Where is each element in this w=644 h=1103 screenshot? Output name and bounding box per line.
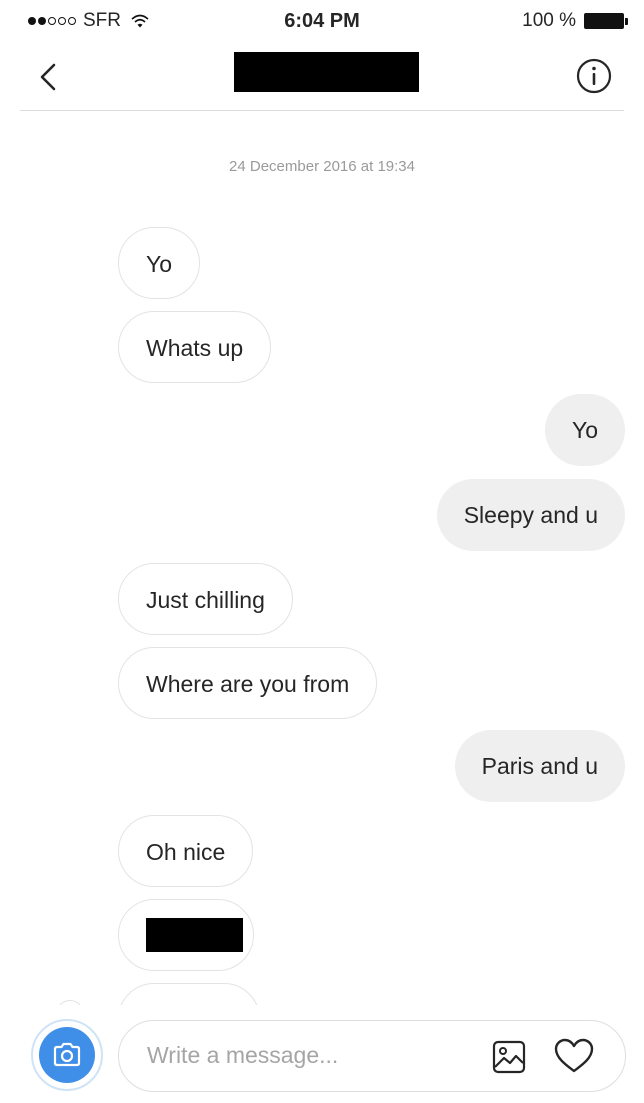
status-right: 100 % (522, 10, 628, 32)
message-bubble-received[interactable]: Yo (118, 227, 201, 299)
message-bubble-sent[interactable]: Sleepy and u (436, 479, 625, 551)
camera-icon (53, 1042, 81, 1067)
status-bar: SFR 6:04 PM 100 % (0, 0, 644, 46)
message-bubble-partial[interactable] (118, 983, 260, 1005)
message-bubble-received[interactable]: Where are you from (118, 647, 378, 719)
gallery-button[interactable] (491, 1039, 527, 1075)
like-button[interactable] (553, 1037, 595, 1075)
conversation-timestamp: 24 December 2016 at 19:34 (229, 158, 415, 175)
chevron-left-icon (40, 63, 56, 91)
conversation-title-redacted[interactable] (234, 52, 419, 92)
info-circle-icon (576, 58, 612, 94)
message-bubble-received[interactable]: Oh nice (118, 815, 254, 887)
message-bubble-redacted[interactable] (118, 899, 254, 971)
image-icon (492, 1040, 526, 1074)
message-field[interactable] (118, 1020, 626, 1092)
message-composer (0, 1005, 644, 1103)
message-thread[interactable]: Yo Whats up Yo Sleepy and u Just chillin… (0, 200, 644, 1005)
battery-percentage: 100 % (522, 10, 576, 31)
redacted-content (146, 917, 243, 952)
info-button[interactable] (574, 56, 614, 96)
camera-button[interactable] (31, 1019, 103, 1091)
message-bubble-sent[interactable]: Yo (544, 394, 625, 466)
message-bubble-sent[interactable]: Paris and u (454, 730, 625, 802)
conversation-header (0, 46, 644, 110)
message-bubble-received[interactable]: Just chilling (118, 563, 293, 635)
heart-icon (554, 1038, 594, 1073)
back-button[interactable] (32, 58, 72, 98)
header-divider (20, 110, 624, 111)
message-input[interactable] (147, 1021, 467, 1090)
battery-icon (584, 13, 628, 29)
message-bubble-received[interactable]: Whats up (118, 311, 272, 383)
